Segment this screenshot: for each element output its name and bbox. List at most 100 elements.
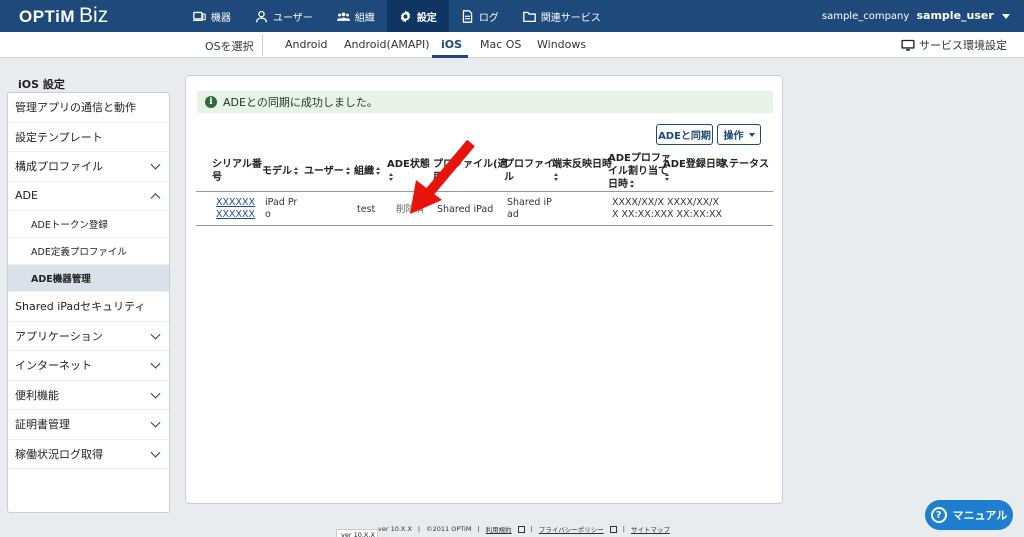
sidebar-item-ade-token[interactable]: ADEトークン登録 (8, 211, 169, 238)
tab-android-amapi[interactable]: Android(AMAPI) (344, 38, 430, 51)
external-link-icon (609, 525, 617, 533)
cell-text: iPad Pr (265, 197, 298, 208)
sidebar-item-ade-device-management[interactable]: ADE機器管理 (8, 265, 169, 292)
column-header-user[interactable]: ユーザー (304, 165, 351, 178)
cell-text: XXXXXX (216, 197, 256, 208)
company-name: sample_company (821, 11, 910, 22)
cell-model: iPad Pr o (265, 197, 297, 221)
sidebar-item-settings-template[interactable]: 設定テンプレート (8, 123, 169, 152)
sidebar-item-convenience[interactable]: 便利機能 (8, 381, 169, 410)
tab-windows[interactable]: Windows (537, 38, 586, 51)
sidebar-item-label: 便利機能 (15, 388, 59, 402)
nav-related-services[interactable]: 関連サービス (511, 0, 613, 32)
sidebar-item-operation-log[interactable]: 稼働状況ログ取得 (8, 440, 169, 469)
group-icon (336, 11, 350, 21)
sidebar-item-applications[interactable]: アプリケーション (8, 322, 169, 351)
cell-ade-registered-time: XXXX/XX/X X XX:XX:XX (667, 197, 722, 221)
nav-log[interactable]: ログ (449, 0, 511, 32)
logo-product: Biz (79, 4, 109, 27)
manual-button-label: マニュアル (952, 509, 1008, 522)
os-selector-bar: OSを選択 Android Android(AMAPI) iOS Mac OS … (0, 32, 1024, 58)
nav-organization-label: 組織 (354, 12, 375, 24)
tab-macos[interactable]: Mac OS (480, 38, 521, 51)
sort-icon (376, 167, 381, 175)
active-tab-indicator (432, 55, 468, 58)
footer-version: ver 10.X.X (378, 525, 412, 533)
sort-icon (630, 180, 635, 188)
nav-settings-label: 設定 (416, 12, 437, 24)
sidebar-item-app-communication[interactable]: 管理アプリの通信と動作 (8, 93, 169, 123)
top-navbar: OPTiM Biz 機器 ユーザー 組織 設定 ログ 関連サービス sample_… (0, 0, 1024, 32)
caret-down-icon (1002, 13, 1010, 19)
header-text: ユーザー (304, 166, 344, 177)
header-text: ADEプロファ (608, 153, 671, 164)
sidebar-item-label: Shared iPadセキュリティ (15, 300, 146, 314)
sidebar-item-config-profile[interactable]: 構成プロファイル (8, 152, 169, 182)
nav-devices[interactable]: 機器 (181, 0, 243, 32)
column-header-profile[interactable]: プロファイ ル (504, 158, 554, 184)
footer-separator: | (477, 525, 480, 533)
sidebar-title: iOS 設定 (18, 78, 65, 91)
sidebar-item-label: 設定テンプレート (15, 130, 103, 144)
log-icon (462, 9, 473, 23)
cell-text: XXXX/XX/X (612, 197, 664, 208)
sidebar-item-label: 証明書管理 (15, 418, 70, 432)
cell-profile: Shared iP ad (507, 197, 552, 221)
sidebar-item-label: ADE機器管理 (31, 274, 91, 285)
serial-number-link[interactable]: XXXXXX XXXXXX (216, 197, 255, 221)
sidebar-item-label: 稼働状況ログ取得 (15, 447, 103, 461)
nav-organization[interactable]: 組織 (325, 0, 387, 32)
sidebar-item-ade[interactable]: ADE (8, 182, 169, 211)
column-header-device-reflect-time[interactable]: 端末反映日時 (552, 158, 612, 184)
column-header-model[interactable]: モデル (262, 165, 299, 178)
sidebar-item-shared-ipad-security[interactable]: Shared iPadセキュリティ (8, 292, 169, 322)
terms-link[interactable]: 利用規約 (486, 524, 512, 534)
alert-message: ADEとの同期に成功しました。 (223, 96, 378, 109)
logo-brand: OPTiM (19, 7, 76, 26)
ade-sync-button[interactable]: ADEと同期 (656, 124, 713, 145)
sort-icon (345, 167, 351, 175)
column-header-ade-registered-time[interactable]: ADE登録日時 (663, 158, 726, 184)
header-text: 日時 (608, 179, 628, 190)
column-header-ade-profile-assign-time[interactable]: ADEプロファ イル割り当て 日時 (608, 152, 671, 191)
nav-settings[interactable]: 設定 (386, 0, 449, 32)
chevron-down-icon (150, 417, 161, 428)
header-text: 端末反映日時 (552, 159, 612, 170)
sort-icon (665, 173, 670, 181)
action-dropdown-button[interactable]: 操作 (717, 124, 761, 145)
user-menu[interactable]: sample_company sample_user (822, 9, 1010, 22)
tab-ios[interactable]: iOS (441, 38, 462, 51)
footer-separator: | (622, 525, 625, 533)
column-header-serial[interactable]: シリアル番 号 (212, 158, 262, 184)
service-environment-link[interactable]: サービス環境設定 (901, 37, 1007, 53)
cell-text: XXXX/XX/X (667, 197, 719, 208)
action-label: 操作 (723, 131, 744, 142)
divider (262, 34, 263, 56)
annotation-arrow-icon (410, 139, 475, 214)
os-select-label: OSを選択 (205, 40, 254, 53)
table-header-divider (196, 191, 773, 192)
sidebar-item-internet[interactable]: インターネット (8, 351, 169, 381)
nav-log-label: ログ (478, 12, 499, 24)
column-header-organization[interactable]: 組織 (354, 165, 381, 178)
nav-users[interactable]: ユーザー (243, 0, 325, 32)
username: sample_user (916, 9, 994, 22)
folder-icon (522, 11, 536, 22)
table-row-divider (196, 225, 773, 226)
manual-button[interactable]: ? マニュアル (925, 500, 1013, 530)
column-header-status[interactable]: ステータス (719, 158, 769, 171)
device-icon (193, 11, 206, 21)
sidebar-item-ade-profile[interactable]: ADE定義プロファイル (8, 238, 169, 265)
cell-text: o (265, 209, 271, 220)
monitor-icon (901, 39, 915, 51)
settings-sidebar: 管理アプリの通信と動作 設定テンプレート 構成プロファイル ADE ADEトーク… (7, 92, 170, 513)
tab-android[interactable]: Android (285, 38, 328, 51)
privacy-policy-link[interactable]: プライバシーポリシー (539, 524, 604, 534)
chevron-down-icon (150, 329, 161, 340)
app-logo[interactable]: OPTiM Biz (19, 4, 108, 28)
sidebar-item-label: 構成プロファイル (15, 160, 103, 174)
cell-text: Shared iP (507, 197, 552, 208)
ade-device-panel: i ADEとの同期に成功しました。 ADEと同期 操作 シリアル番 号 モデル … (185, 75, 783, 504)
sitemap-link[interactable]: サイトマップ (631, 524, 670, 534)
sidebar-item-certificates[interactable]: 証明書管理 (8, 410, 169, 440)
